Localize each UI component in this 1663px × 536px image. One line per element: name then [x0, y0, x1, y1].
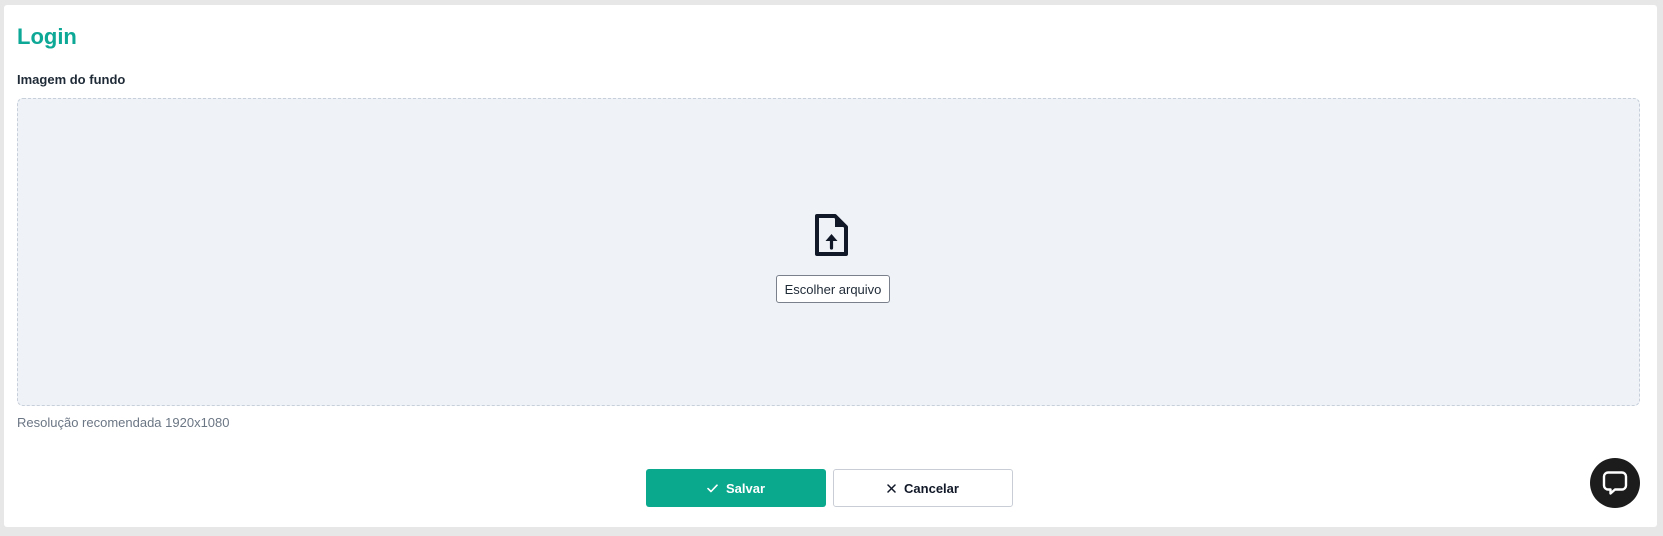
background-image-label: Imagem do fundo	[17, 72, 126, 87]
chat-widget-button[interactable]	[1590, 458, 1640, 508]
file-dropzone[interactable]: Escolher arquivo	[17, 98, 1640, 406]
check-icon	[707, 483, 718, 492]
save-button-label: Salvar	[725, 480, 766, 496]
close-icon	[887, 483, 896, 493]
page-title: Login	[17, 24, 77, 49]
choose-file-button[interactable]: Escolher arquivo	[776, 275, 890, 303]
save-button[interactable]: Salvar	[646, 469, 826, 507]
cancel-button[interactable]: Cancelar	[833, 469, 1013, 507]
file-upload-icon	[815, 214, 848, 256]
resolution-hint: Resolução recomendada 1920x1080	[17, 415, 230, 430]
settings-card: Login Imagem do fundo Escolher arquivo R…	[4, 5, 1657, 527]
chat-bubble-icon	[1602, 471, 1628, 495]
cancel-button-label: Cancelar	[904, 480, 959, 496]
